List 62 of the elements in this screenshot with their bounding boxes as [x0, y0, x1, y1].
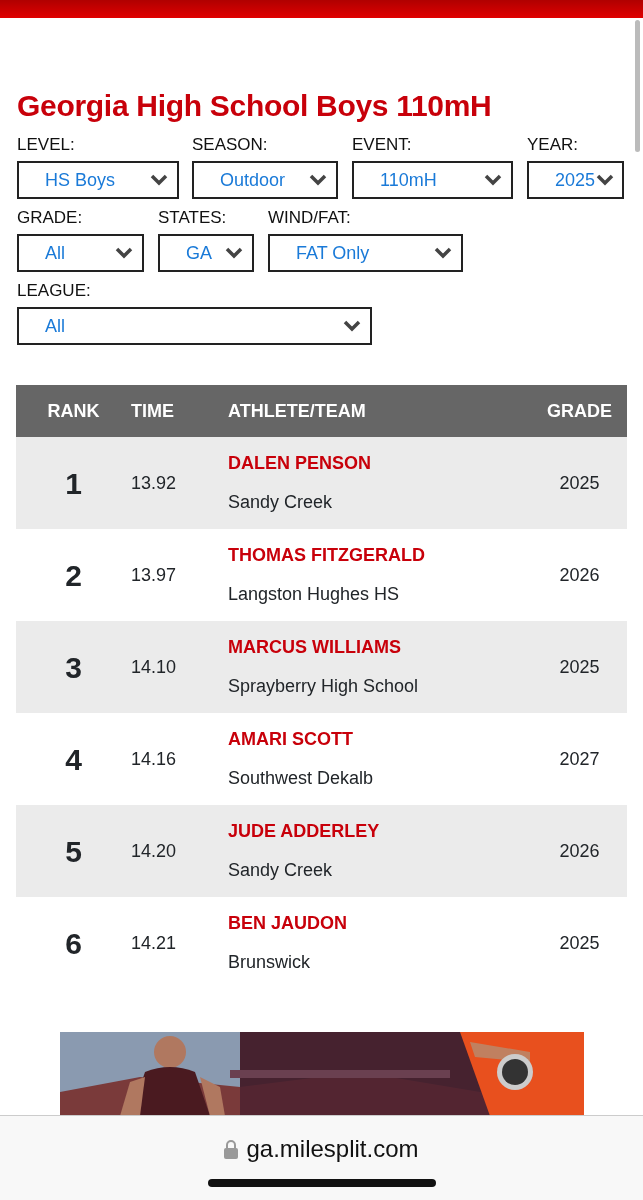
grade-value: 2026 — [559, 564, 600, 585]
dropdown[interactable]: All — [17, 307, 372, 345]
url-text[interactable]: ga.milesplit.com — [246, 1131, 419, 1167]
dropdown[interactable]: 110mH — [352, 161, 513, 199]
team-name: Sandy Creek — [228, 859, 334, 882]
column-header: GRADE — [546, 399, 613, 423]
column-header: TIME — [131, 399, 175, 423]
time-value: 14.10 — [131, 656, 177, 677]
column-header: RANK — [46, 399, 101, 423]
time-value: 14.16 — [131, 748, 177, 769]
athlete-link[interactable]: BEN JAUDON — [228, 910, 532, 937]
chevron-down-icon — [149, 173, 169, 187]
chevron-down-icon — [342, 319, 362, 333]
athlete-link[interactable]: MARCUS WILLIAMS — [228, 634, 532, 661]
chevron-down-icon — [483, 173, 503, 187]
grade-value: 2026 — [559, 840, 600, 861]
filter-label: LEVEL: — [17, 134, 76, 156]
time-value: 14.20 — [131, 840, 177, 861]
chevron-down-icon — [308, 173, 328, 187]
dropdown[interactable]: All — [17, 234, 144, 272]
filter-label: EVENT: — [352, 134, 413, 156]
rank-number: 3 — [65, 650, 82, 684]
team-name: Langston Hughes HS — [228, 583, 401, 606]
lock-icon — [224, 1139, 239, 1159]
filter-label: SEASON: — [192, 134, 269, 156]
team-name: Southwest Dekalb — [228, 767, 375, 790]
team-name: Brunswick — [228, 951, 312, 974]
grade-value: 2025 — [559, 932, 600, 953]
athlete-link[interactable]: JUDE ADDERLEY — [228, 818, 532, 845]
grade-value: 2025 — [559, 656, 600, 677]
grade-value: 2027 — [559, 748, 600, 769]
dropdown[interactable]: 2025 — [527, 161, 624, 199]
dropdown[interactable]: Outdoor — [192, 161, 338, 199]
time-value: 13.92 — [131, 472, 177, 493]
dropdown[interactable]: HS Boys — [17, 161, 179, 199]
rank-number: 2 — [65, 558, 82, 592]
chevron-down-icon — [224, 246, 244, 260]
rank-number: 5 — [65, 834, 82, 868]
filter-label: STATES: — [158, 207, 228, 229]
chevron-down-icon — [433, 246, 453, 260]
chevron-down-icon — [595, 173, 616, 187]
filter-label: GRADE: — [17, 207, 84, 229]
page-title: Georgia High School Boys 110mH — [17, 88, 493, 124]
athlete-link[interactable]: AMARI SCOTT — [228, 726, 532, 753]
rank-number: 6 — [65, 926, 82, 960]
time-value: 13.97 — [131, 564, 177, 585]
filter-label: YEAR: — [527, 134, 580, 156]
time-value: 14.21 — [131, 932, 177, 953]
filter-label: WIND/FAT: — [268, 207, 352, 229]
filter-label: LEAGUE: — [17, 280, 92, 302]
athlete-link[interactable]: DALEN PENSON — [228, 450, 532, 477]
rank-number: 4 — [65, 742, 82, 776]
team-name: Sandy Creek — [228, 491, 334, 514]
rank-number: 1 — [65, 466, 82, 500]
grade-value: 2025 — [559, 472, 600, 493]
column-header: ATHLETE/TEAM — [228, 399, 367, 423]
team-name: Sprayberry High School — [228, 675, 420, 698]
dropdown[interactable]: GA — [158, 234, 254, 272]
chevron-down-icon — [114, 246, 134, 260]
athlete-link[interactable]: THOMAS FITZGERALD — [228, 542, 532, 569]
dropdown[interactable]: FAT Only — [268, 234, 463, 272]
home-indicator[interactable] — [208, 1179, 436, 1187]
